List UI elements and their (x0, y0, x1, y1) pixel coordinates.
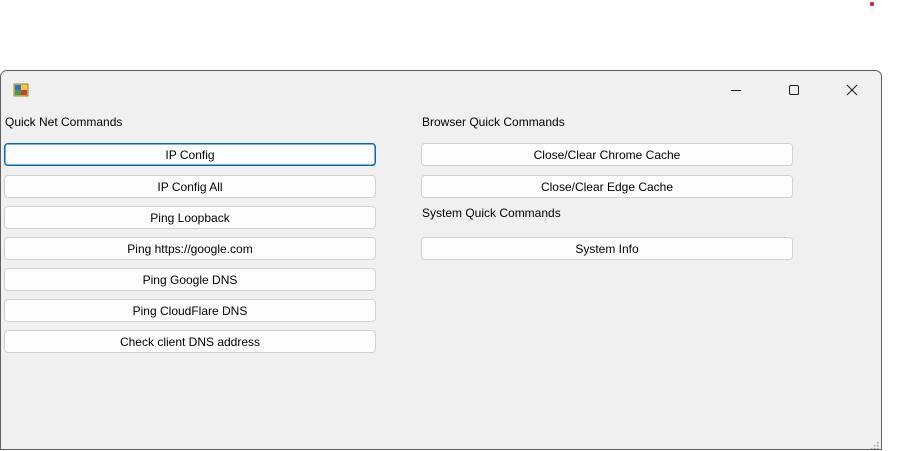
desktop: Quick Net Commands IP Config IP Config A… (0, 0, 904, 451)
ping-loopback-button[interactable]: Ping Loopback (4, 206, 376, 229)
app-window: Quick Net Commands IP Config IP Config A… (0, 70, 882, 450)
ip-config-all-button[interactable]: IP Config All (4, 175, 376, 198)
ping-google-button[interactable]: Ping https://google.com (4, 237, 376, 260)
red-dot-marker (870, 2, 874, 6)
system-commands-label: System Quick Commands (422, 206, 561, 220)
minimize-button[interactable] (707, 71, 765, 109)
maximize-icon (789, 85, 799, 95)
check-dns-address-button[interactable]: Check client DNS address (4, 330, 376, 353)
clear-chrome-cache-button[interactable]: Close/Clear Chrome Cache (421, 143, 793, 166)
ping-google-dns-button[interactable]: Ping Google DNS (4, 268, 376, 291)
app-icon (13, 83, 29, 97)
browser-commands-label: Browser Quick Commands (422, 115, 565, 129)
system-info-button[interactable]: System Info (421, 237, 793, 260)
title-bar[interactable] (1, 71, 881, 109)
resize-grip-icon[interactable] (869, 437, 879, 449)
close-icon (846, 84, 858, 96)
close-button[interactable] (823, 71, 881, 109)
maximize-button[interactable] (765, 71, 823, 109)
minimize-icon (731, 90, 741, 91)
ip-config-button[interactable]: IP Config (4, 143, 376, 166)
clear-edge-cache-button[interactable]: Close/Clear Edge Cache (421, 175, 793, 198)
net-commands-label: Quick Net Commands (5, 115, 123, 129)
ping-cloudflare-dns-button[interactable]: Ping CloudFlare DNS (4, 299, 376, 322)
